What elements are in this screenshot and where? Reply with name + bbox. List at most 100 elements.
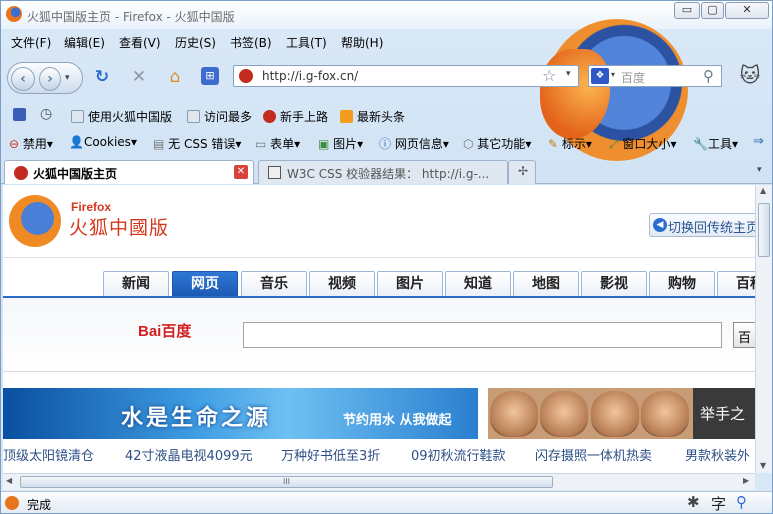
ticker-link[interactable]: 42寸液晶电视4099元 (125, 445, 253, 464)
content-tab-shopping[interactable]: 购物 (649, 271, 715, 297)
dev-outline-menu[interactable]: ✎ 标示▾ (548, 135, 592, 152)
content-tab-zhidao[interactable]: 知道 (445, 271, 511, 297)
ticker-link[interactable]: 闪存摄照一体机热卖 (535, 445, 652, 464)
history-dropdown-icon[interactable]: ▾ (65, 73, 70, 83)
bookmarks-menu-icon[interactable] (13, 108, 26, 121)
banner-subline: 节约用水 从我做起 (343, 413, 452, 428)
web-search-input[interactable] (243, 322, 722, 348)
bookmark-item-use-firefox-cn[interactable]: 使用火狐中国版 (71, 108, 172, 125)
web-search-button[interactable]: 百 (733, 322, 755, 348)
outline-icon: ✎ (548, 137, 562, 151)
content-tab-video[interactable]: 视频 (309, 271, 375, 297)
tab-w3c-css[interactable]: W3C CSS 校验器结果： http://i.g-... (258, 160, 508, 184)
dev-cookies-menu[interactable]: 👤Cookies▾ (69, 135, 137, 149)
baidu-logo: Bai百度 (138, 323, 192, 340)
back-button[interactable]: ‹ (11, 67, 35, 91)
tab-page-icon (268, 166, 281, 179)
windows-icon[interactable]: ⊞ (201, 67, 219, 85)
search-bar[interactable]: ❖ ▾ 百度 ⚲ (588, 65, 722, 87)
content-tab-music[interactable]: 音乐 (241, 271, 307, 297)
ticker-link[interactable]: 顶级太阳镜清仓 (3, 445, 94, 464)
maximize-button[interactable]: ▢ (701, 2, 724, 19)
ticker-link[interactable]: 万种好书低至3折 (281, 445, 380, 464)
menu-edit[interactable]: 编辑(E) (64, 34, 105, 51)
tab-close-icon[interactable]: ✕ (234, 165, 248, 179)
new-tab-button[interactable]: ✢ (508, 160, 536, 184)
bookmark-star-icon[interactable]: ☆ (542, 66, 556, 85)
scroll-right-icon[interactable]: ▶ (743, 476, 749, 485)
switch-classic-button[interactable]: ◀ 切换回传统主页 (649, 213, 755, 237)
dev-images-menu[interactable]: ▣ 图片▾ (318, 135, 363, 152)
cookies-icon: 👤 (69, 135, 84, 149)
ticker-link[interactable]: 09初秋流行鞋款 (411, 445, 506, 464)
url-dropdown-icon[interactable]: ▾ (566, 69, 571, 79)
content-tab-web[interactable]: 网页 (172, 271, 238, 297)
firefox-app-icon (6, 6, 22, 22)
dev-more-icon[interactable]: ⇒ (753, 134, 764, 149)
bookmark-item-latest-headlines[interactable]: 最新头条 (340, 108, 405, 125)
reload-icon[interactable]: ↻ (92, 67, 112, 87)
tab-list-icon[interactable]: ▾ (757, 165, 762, 175)
bookmark-item-getting-started[interactable]: 新手上路 (263, 108, 328, 125)
resize-icon: ⤢ (609, 137, 623, 151)
content-tab-news[interactable]: 新闻 (103, 271, 169, 297)
close-button[interactable]: ✕ (725, 2, 769, 19)
dev-resize-menu[interactable]: ⤢ 窗口大小▾ (609, 135, 676, 152)
menu-file[interactable]: 文件(F) (11, 34, 51, 51)
content-tab-images[interactable]: 图片 (377, 271, 443, 297)
address-bar[interactable]: http://i.g-fox.cn/ ☆ ▾ (233, 65, 579, 87)
dev-page-info-menu[interactable]: ⓘ 网页信息▾ (379, 135, 449, 152)
home-icon[interactable]: ⌂ (165, 67, 185, 87)
scroll-up-icon[interactable]: ▲ (760, 186, 766, 195)
mascot-icon[interactable]: 🐱 (735, 63, 765, 91)
tab-favicon-icon (14, 166, 28, 180)
font-icon[interactable]: 字 (711, 493, 726, 513)
search-placeholder[interactable]: 百度 (621, 69, 645, 86)
bug-icon[interactable]: ✱ (687, 493, 700, 511)
window-title: 火狐中国版主页 - Firefox - 火狐中国版 (27, 10, 235, 24)
forms-icon: ▭ (255, 137, 271, 151)
status-bar: 完成 ✱ 字 ⚲ (1, 491, 772, 513)
menu-help[interactable]: 帮助(H) (341, 34, 383, 51)
water-banner[interactable]: 水是生命之源 节约用水 从我做起 (3, 388, 478, 439)
history-clock-icon[interactable]: ◷ (40, 106, 52, 122)
images-icon: ▣ (318, 137, 334, 151)
engine-dropdown-icon[interactable]: ▾ (611, 70, 615, 79)
menu-bar: 文件(F) 编辑(E) 查看(V) 历史(S) 书签(B) 工具(T) 帮助(H… (1, 29, 772, 53)
minimize-button[interactable]: ▭ (674, 2, 700, 19)
dev-disable-menu[interactable]: ⊖ 禁用▾ (9, 135, 53, 152)
dev-misc-menu[interactable]: ⬡ 其它功能▾ (463, 135, 531, 152)
dev-forms-menu[interactable]: ▭ 表单▾ (255, 135, 300, 152)
content-tab-baike[interactable]: 百科 (717, 271, 755, 297)
dev-css-menu[interactable]: ▤ 无 CSS 错误▾ (153, 135, 241, 152)
menu-history[interactable]: 历史(S) (175, 34, 216, 51)
page-content: Firefox 火狐中國版 ◀ 切换回传统主页 新闻 网页 音乐 视频 图片 知… (3, 185, 755, 473)
menu-bookmarks[interactable]: 书签(B) (230, 34, 272, 51)
forward-button[interactable]: › (39, 67, 61, 91)
horizontal-scroll-thumb[interactable]: III (20, 476, 553, 488)
url-text[interactable]: http://i.g-fox.cn/ (262, 69, 358, 83)
back-forward-group: ‹ › ▾ (7, 62, 83, 94)
header-divider (3, 257, 755, 258)
content-tab-movies[interactable]: 影视 (581, 271, 647, 297)
ticker-link[interactable]: 男款秋装外 (685, 445, 750, 464)
tab-firefox-home[interactable]: 火狐中国版主页 ✕ (4, 160, 254, 184)
vertical-scroll-thumb[interactable] (758, 203, 770, 257)
baidu-engine-icon[interactable]: ❖ (591, 68, 609, 84)
vertical-scrollbar[interactable]: ▲ ▼ (755, 185, 772, 473)
menu-view[interactable]: 查看(V) (119, 34, 161, 51)
bookmark-item-most-visited[interactable]: 访问最多 (187, 108, 252, 125)
search-go-icon[interactable]: ⚲ (703, 67, 714, 85)
page-icon (71, 110, 84, 123)
scroll-left-icon[interactable]: ◀ (6, 476, 12, 485)
content-tab-map[interactable]: 地图 (513, 271, 579, 297)
folder-icon (187, 110, 200, 123)
scroll-down-icon[interactable]: ▼ (760, 461, 766, 470)
magnifier-icon[interactable]: ⚲ (736, 493, 747, 511)
brand-english: Firefox (71, 200, 112, 214)
bookmarks-toolbar: ◷ 使用火狐中国版 访问最多 新手上路 最新头条 (1, 103, 772, 127)
stop-icon[interactable]: ✕ (129, 67, 149, 87)
dev-tools-menu[interactable]: 🔧工具▾ (693, 135, 738, 152)
horizontal-scrollbar[interactable]: ◀ III ▶ (3, 473, 755, 490)
menu-tools[interactable]: 工具(T) (286, 34, 327, 51)
